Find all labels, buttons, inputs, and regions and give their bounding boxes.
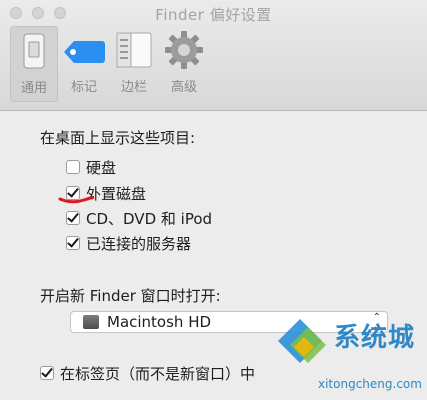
tab-sidebar[interactable]: 边栏 [110, 26, 158, 102]
general-switch-icon [23, 33, 45, 69]
tag-icon [64, 41, 105, 63]
select-value: Macintosh HD [107, 313, 212, 331]
checkbox-connected-servers[interactable]: 已连接的服务器 [66, 233, 191, 253]
site-watermark: 系统城 xitongcheng.com [278, 315, 427, 400]
checkbox-open-in-tabs[interactable]: 在标签页（而不是新窗口）中 [40, 363, 255, 383]
desktop-items-heading: 在桌面上显示这些项目: [40, 129, 196, 147]
gear-icon [165, 31, 203, 69]
tab-sidebar-label: 边栏 [120, 80, 147, 95]
tab-general[interactable]: 通用 [10, 26, 58, 102]
window-title: Finder 偏好设置 [155, 6, 272, 24]
checkbox-label: CD、DVD 和 iPod [86, 209, 213, 228]
sidebar-icon [116, 32, 152, 68]
titlebar: Finder 偏好设置 通用 标记 边栏 高级 [0, 0, 427, 111]
watermark-url: xitongcheng.com [318, 377, 422, 391]
checkbox-label: 已连接的服务器 [86, 234, 192, 253]
checkbox-hard-disks[interactable]: 硬盘 [66, 157, 116, 177]
watermark-brand: 系统城 [334, 323, 416, 353]
checkbox-label: 硬盘 [86, 158, 117, 177]
checkbox-box[interactable] [66, 160, 80, 174]
tab-tags[interactable]: 标记 [60, 26, 108, 102]
checkbox-label: 在标签页（而不是新窗口）中 [60, 364, 256, 383]
tab-advanced-label: 高级 [170, 80, 197, 95]
new-window-heading: 开启新 Finder 窗口时打开: [40, 287, 221, 305]
tab-advanced[interactable]: 高级 [160, 26, 208, 102]
watermark-logo-icon [278, 319, 326, 363]
checkbox-box[interactable] [66, 211, 80, 225]
finder-preferences-window: Finder 偏好设置 通用 标记 边栏 高级 在桌面上显示这些项目: 硬盘 外… [0, 0, 427, 400]
checkbox-box[interactable] [40, 366, 54, 380]
tab-tags-label: 标记 [70, 80, 97, 95]
checkbox-cd-dvd-ipod[interactable]: CD、DVD 和 iPod [66, 208, 212, 228]
hard-disk-icon [83, 315, 99, 329]
red-underline-annotation [58, 195, 94, 204]
checkbox-box[interactable] [66, 236, 80, 250]
tab-general-label: 通用 [20, 81, 47, 96]
checkbox-label: 外置磁盘 [86, 184, 147, 203]
